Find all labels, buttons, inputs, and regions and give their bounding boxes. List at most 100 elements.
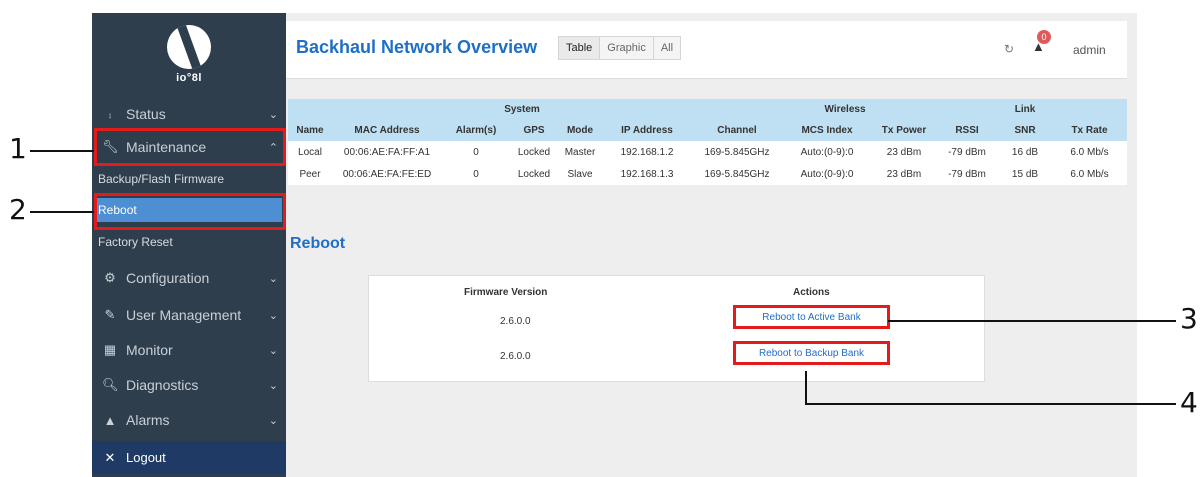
sidebar-subitem-backup-flash-firmware[interactable]: Backup/Flash Firmware (92, 168, 286, 190)
tab-all[interactable]: All (654, 37, 680, 59)
table-cell: -79 dBm (936, 141, 998, 163)
column-header: Tx Power (872, 120, 936, 141)
close-icon: ✕ (104, 449, 116, 465)
table-cell: 192.168.1.3 (602, 163, 692, 185)
table-cell: Slave (558, 163, 602, 185)
search-icon: 🔍︎ (102, 377, 119, 392)
top-bar: Backhaul Network Overview Table Graphic … (286, 21, 1127, 79)
table-cell: 23 dBm (872, 163, 936, 185)
group-header-wireless: Wireless (692, 99, 998, 120)
table-cell: 00:06:AE:FA:FE:ED (332, 163, 442, 185)
tab-graphic[interactable]: Graphic (600, 37, 654, 59)
reboot-active-bank-button[interactable]: Reboot to Active Bank (733, 305, 890, 329)
callout-line-2 (30, 211, 94, 213)
sidebar: io°8l ⨾ Status ⌄ 🔧︎ Maintenance ⌃ Backup… (92, 13, 286, 477)
table-cell: 6.0 Mb/s (1052, 141, 1127, 163)
pencil-icon: ✎ (104, 307, 116, 322)
sidebar-item-status[interactable]: ⨾ Status ⌄ (92, 101, 286, 127)
group-header-row: System Wireless Link (288, 99, 1127, 120)
table-cell: 00:06:AE:FA:FF:A1 (332, 141, 442, 163)
reboot-backup-bank-button[interactable]: Reboot to Backup Bank (733, 341, 890, 365)
user-menu[interactable]: admin (1073, 43, 1106, 57)
column-header: Channel (692, 120, 782, 141)
sidebar-subitem-factory-reset[interactable]: Factory Reset (92, 231, 286, 253)
sidebar-item-alarms[interactable]: ▲ Alarms ⌄ (92, 407, 286, 433)
gear-icon: ⚙ (104, 270, 116, 285)
reboot-section-title: Reboot (290, 235, 346, 252)
column-header: Tx Rate (1052, 120, 1127, 141)
callout-line-1 (30, 150, 94, 152)
highlight-maintenance (94, 128, 286, 166)
sidebar-item-label: User Management (126, 307, 242, 323)
firmware-version-header: Firmware Version (464, 287, 548, 298)
sidebar-item-label: Monitor (126, 342, 173, 358)
logout-label: Logout (126, 450, 166, 465)
callout-number-4: 4 (1180, 386, 1198, 419)
table-cell: Auto:(0-9):0 (782, 163, 872, 185)
callout-number-2: 2 (9, 193, 27, 226)
table-cell: 0 (442, 141, 510, 163)
callout-number-3: 3 (1180, 302, 1198, 335)
chevron-down-icon: ⌄ (268, 379, 278, 392)
table-cell: Auto:(0-9):0 (782, 141, 872, 163)
table-cell: Locked (510, 141, 558, 163)
column-header: SNR (998, 120, 1052, 141)
table-cell: 192.168.1.2 (602, 141, 692, 163)
column-header-row: Name MAC Address Alarm(s) GPS Mode IP Ad… (288, 120, 1127, 141)
sidebar-subitem-label: Backup/Flash Firmware (98, 172, 225, 186)
callout-line-4 (805, 403, 1176, 405)
column-header: Name (288, 120, 332, 141)
table-cell: 23 dBm (872, 141, 936, 163)
main-content: Backhaul Network Overview Table Graphic … (286, 13, 1137, 477)
reboot-panel: Firmware Version Actions 2.6.0.0 2.6.0.0… (368, 275, 985, 382)
table-cell: -79 dBm (936, 163, 998, 185)
logo-text: io°8l (176, 72, 202, 84)
monitor-icon: ▦ (103, 342, 117, 357)
sidebar-item-configuration[interactable]: ⚙ Configuration ⌄ (92, 265, 286, 291)
notification-badge: 0 (1037, 30, 1051, 44)
sidebar-item-user-management[interactable]: ✎ User Management ⌄ (92, 302, 286, 328)
table-cell: Peer (288, 163, 332, 185)
table-row: Local 00:06:AE:FA:FF:A1 0 Locked Master … (288, 141, 1127, 163)
sidebar-item-label: Alarms (126, 412, 170, 428)
refresh-icon[interactable]: ↻ (1004, 42, 1014, 56)
table-cell: Locked (510, 163, 558, 185)
logo-mark-icon (167, 25, 211, 69)
chevron-down-icon: ⌄ (268, 414, 278, 427)
sidebar-item-label: Status (126, 106, 166, 122)
chevron-down-icon: ⌄ (268, 309, 278, 322)
backhaul-table: System Wireless Link Name MAC Address Al… (288, 99, 1127, 185)
chevron-down-icon: ⌄ (268, 344, 278, 357)
bell-icon: ▲ (103, 412, 117, 428)
column-header: MCS Index (782, 120, 872, 141)
table-cell: Master (558, 141, 602, 163)
column-header: MAC Address (332, 120, 442, 141)
callout-line-3 (888, 320, 1176, 322)
table-cell: 6.0 Mb/s (1052, 163, 1127, 185)
table-cell: Local (288, 141, 332, 163)
logo: io°8l (92, 13, 286, 96)
table-cell: 169-5.845GHz (692, 141, 782, 163)
logout-button[interactable]: ✕ Logout (92, 441, 286, 474)
table-cell: 0 (442, 163, 510, 185)
column-header: Alarm(s) (442, 120, 510, 141)
firmware-version-active: 2.6.0.0 (500, 316, 531, 327)
sidebar-item-monitor[interactable]: ▦ Monitor ⌄ (92, 337, 286, 363)
group-header-link: Link (998, 99, 1052, 120)
chart-icon: ⨾ (108, 106, 112, 121)
callout-number-1: 1 (9, 132, 27, 165)
table-cell: 15 dB (998, 163, 1052, 185)
table-cell: 169-5.845GHz (692, 163, 782, 185)
table-cell: 16 dB (998, 141, 1052, 163)
tab-table[interactable]: Table (559, 37, 601, 59)
view-tabs: Table Graphic All (558, 36, 682, 60)
column-header: Mode (558, 120, 602, 141)
callout-line-4-vertical (805, 371, 807, 405)
sidebar-item-diagnostics[interactable]: 🔍︎ Diagnostics ⌄ (92, 372, 286, 398)
page-title: Backhaul Network Overview (296, 37, 538, 57)
highlight-reboot (94, 193, 286, 230)
chevron-down-icon: ⌄ (268, 272, 278, 285)
sidebar-item-label: Diagnostics (126, 377, 199, 393)
sidebar-subitem-label: Factory Reset (98, 235, 173, 249)
group-header-system: System (442, 99, 602, 120)
